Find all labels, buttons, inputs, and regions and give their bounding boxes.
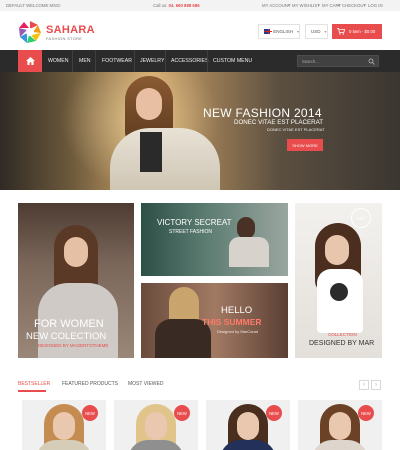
tab-featured-products[interactable]: FEATURED PRODUCTS: [62, 381, 118, 387]
nav-item-accessories[interactable]: ACCESSORIES: [171, 50, 208, 72]
nav-divider: [165, 50, 166, 72]
nav-item-jewelry[interactable]: JEWELRY: [140, 50, 164, 72]
banner-model-face: [64, 237, 88, 267]
banner-collection[interactable]: COLLECTION DESIGNED BY MAR: [295, 203, 382, 358]
banner-collection-title: COLLECTION: [328, 332, 357, 337]
new-badge: NEW: [266, 405, 282, 421]
currency-select[interactable]: USD ▾: [305, 24, 328, 39]
banner-summer-title: THIS SUMMER: [202, 317, 262, 327]
hero-model-coat: [110, 128, 220, 190]
banner-model-body: [229, 237, 269, 267]
phone-number: 04. 660 888 686: [168, 3, 200, 8]
welcome-message: DEFAULT WELCOME MSG!: [6, 3, 61, 8]
hero-subtitle: DONEC VITAE EST PLACERAT: [234, 119, 324, 126]
chevron-right-icon: ›: [375, 382, 377, 388]
language-label: ENGLISH: [273, 29, 293, 34]
top-sep: •: [338, 3, 340, 8]
nav-divider: [95, 50, 96, 72]
login-link[interactable]: LOG IN: [368, 3, 383, 8]
banner-for-women[interactable]: FOR WOMEN NEW COLECTION DESIGNED BY MAGE…: [18, 203, 134, 358]
hero-model-top: [140, 132, 162, 172]
my-account-link[interactable]: MY ACCOUNT: [262, 3, 291, 8]
chevron-left-icon: ‹: [363, 382, 365, 388]
product-model-face: [145, 412, 167, 440]
logo-name[interactable]: SAHARA: [46, 24, 95, 36]
cart-summary: 0 item - $0.00: [349, 29, 376, 34]
nav-item-women[interactable]: WOMEN: [48, 50, 68, 72]
product-card[interactable]: NEW: [298, 400, 382, 450]
product-card[interactable]: NEW: [22, 400, 106, 450]
home-icon: [25, 57, 35, 65]
product-card[interactable]: NEW: [206, 400, 290, 450]
banner-model-face: [325, 235, 349, 265]
banner-model-hair: [237, 217, 255, 239]
banner-model-tshirt: [317, 269, 363, 333]
hero-title: NEW FASHION 2014: [203, 106, 322, 120]
call-label: Call us:: [153, 3, 168, 8]
search-input[interactable]: Search...: [297, 55, 379, 67]
active-tab-indicator: [18, 390, 46, 392]
product-model-face: [329, 412, 351, 440]
next-arrow-button[interactable]: ›: [371, 380, 381, 390]
product-model-face: [237, 412, 259, 440]
chevron-down-icon: ▾: [324, 29, 327, 34]
uk-flag-icon: [264, 29, 273, 34]
hot-badge: HOT: [351, 208, 371, 228]
language-select[interactable]: ENGLISH ▾: [258, 24, 300, 39]
banner-women-subtitle: NEW COLECTION: [26, 331, 107, 342]
new-badge: NEW: [358, 405, 374, 421]
hero-model-face: [136, 88, 162, 120]
tshirt-print: [330, 283, 348, 301]
search-placeholder: Search...: [302, 58, 319, 64]
banner-women-title: FOR WOMEN: [34, 318, 104, 330]
tab-bestseller[interactable]: BESTSELLER: [18, 381, 50, 387]
nav-divider: [134, 50, 135, 72]
new-badge: NEW: [174, 405, 190, 421]
nav-divider: [207, 50, 208, 72]
checkout-link[interactable]: CHECKOUT: [342, 3, 366, 8]
nav-divider: [72, 50, 73, 72]
logo-tagline: FASHION STORE: [46, 36, 83, 41]
banner-summer-hello: HELLO: [221, 305, 253, 316]
banner-hello-summer[interactable]: HELLO THIS SUMMER Designed by MarCorad: [141, 283, 288, 358]
banner-summer-credit: Designed by MarCorad: [217, 329, 259, 334]
hero-small-text: DONEC VITAE EST PLACERAT: [267, 127, 325, 132]
product-model-face: [53, 412, 75, 440]
banner-victory-secreat[interactable]: VICTORY SECREAT STREET FASHION: [141, 203, 288, 276]
cart-button[interactable]: 0 item - $0.00: [332, 24, 382, 39]
show-more-button[interactable]: SHOW MORE: [287, 139, 323, 151]
new-badge: NEW: [82, 405, 98, 421]
prev-arrow-button[interactable]: ‹: [359, 380, 369, 390]
nav-item-footwear[interactable]: FOOTWEAR: [102, 50, 132, 72]
home-button[interactable]: [18, 50, 42, 72]
banner-victory-subtitle: STREET FASHION: [169, 229, 212, 235]
banner-collection-subtitle: DESIGNED BY MAR: [309, 340, 375, 347]
top-sep: •: [364, 3, 366, 8]
nav-item-men[interactable]: MEN: [79, 50, 91, 72]
tab-most-viewed[interactable]: MOST VIEWED: [128, 381, 163, 387]
top-sep: •: [288, 3, 290, 8]
nav-item-custom-menu[interactable]: CUSTOM MENU: [213, 50, 252, 72]
phone-info: Call us: 04. 660 888 686: [153, 3, 200, 8]
product-card[interactable]: NEW: [114, 400, 198, 450]
chevron-down-icon: ▾: [296, 29, 299, 34]
top-bar: DEFAULT WELCOME MSG! Call us: 04. 660 88…: [0, 0, 400, 11]
cart-icon: [337, 28, 345, 35]
my-wishlist-link[interactable]: MY WISHLIST: [292, 3, 320, 8]
currency-label: USD: [311, 29, 321, 34]
search-icon[interactable]: [368, 58, 375, 65]
banner-women-credit: DESIGNED BY MAGENTOTHEME: [38, 343, 109, 348]
banner-victory-title: VICTORY SECREAT: [157, 218, 232, 227]
top-sep: •: [318, 3, 320, 8]
logo-icon[interactable]: [18, 20, 42, 44]
